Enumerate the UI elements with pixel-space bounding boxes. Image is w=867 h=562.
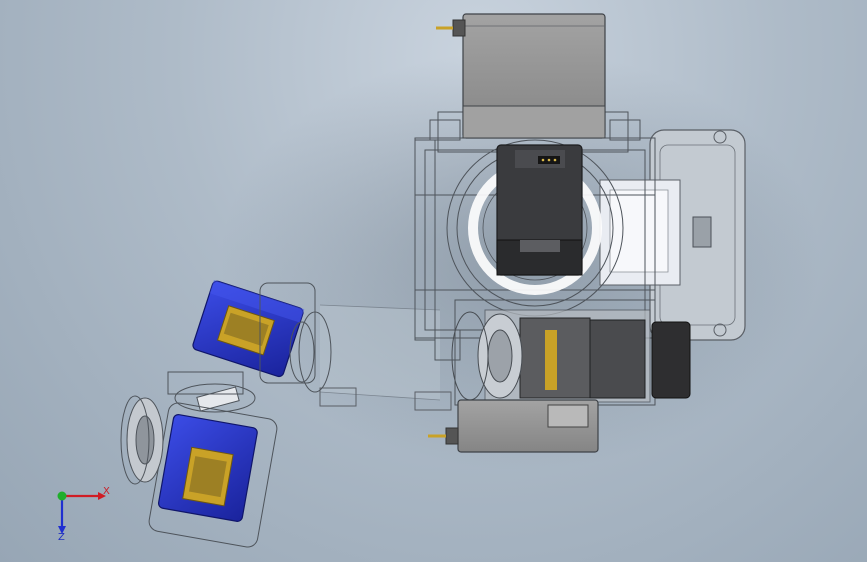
servo-top[interactable] [496, 144, 583, 276]
cad-viewport[interactable]: X Z [0, 0, 867, 562]
arm-assembly[interactable] [120, 279, 332, 549]
bearing-channel [599, 179, 681, 286]
servo-bottom-stack[interactable] [451, 309, 691, 403]
y-axis-dot [57, 491, 67, 501]
x-axis-label: X [103, 486, 110, 497]
elbow-joint [167, 371, 256, 413]
orientation-triad: X Z [40, 478, 120, 548]
servo-label [545, 330, 557, 390]
servo-blue-lower[interactable] [157, 414, 258, 522]
assembly-scene[interactable] [0, 0, 867, 562]
z-axis-label: Z [58, 532, 65, 543]
